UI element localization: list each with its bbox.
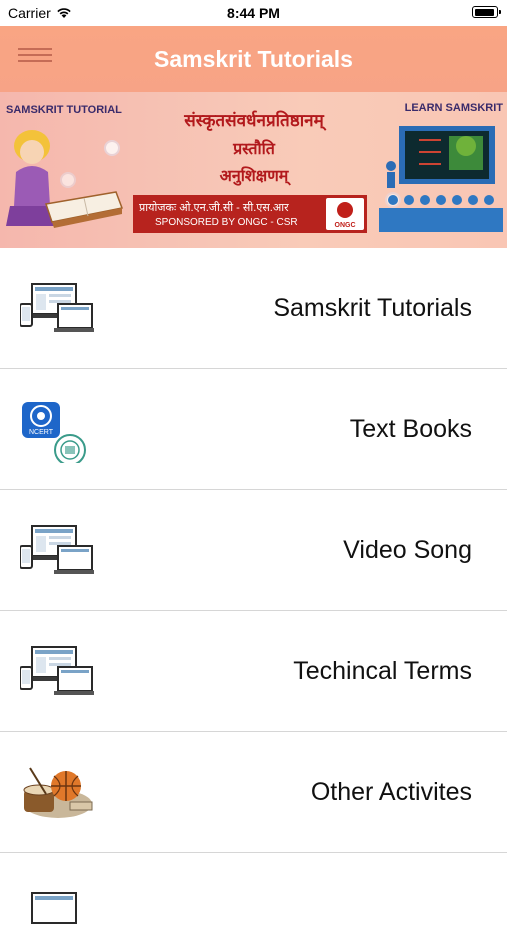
- menu-item-text-books[interactable]: NCERT Text Books: [0, 369, 507, 490]
- menu-item-label: Other Activites: [310, 778, 472, 806]
- banner-heading-line3: अनुशिक्षणम्: [219, 166, 289, 185]
- menu-item-partial[interactable]: [0, 853, 507, 924]
- app-header: Samskrit Tutorials: [0, 26, 507, 92]
- banner-left-label: SAMSKRIT TUTORIAL: [6, 104, 122, 116]
- menu-item-label: Samskrit Tutorials: [273, 294, 472, 322]
- sports-activities-icon: [23, 767, 93, 818]
- menu-item-samskrit-tutorials[interactable]: Samskrit Tutorials: [0, 248, 507, 369]
- devices-icon: [20, 646, 94, 695]
- ongc-logo-text: ONGC: [334, 222, 356, 229]
- menu-item-label: Video Song: [343, 536, 472, 564]
- svg-text:NCERT: NCERT: [29, 429, 54, 436]
- menu-item-label: Techincal Terms: [293, 657, 472, 685]
- ncert-books-icon: NCERT: [22, 402, 86, 463]
- status-time: 8:44 PM: [227, 5, 280, 21]
- menu-list: Samskrit Tutorials NCERT Text Books Vide…: [0, 248, 507, 924]
- banner-heading-line1: संस्कृतसंवर्धनप्रतिष्ठानम्: [184, 111, 324, 131]
- reading-girl-illustration: [6, 130, 124, 228]
- banner-image: SAMSKRIT TUTORIAL संस्कृतसंवर्धनप्रतिष्ठ…: [0, 92, 507, 248]
- status-bar: Carrier 8:44 PM: [0, 0, 507, 26]
- sponsor-english: SPONSORED BY ONGC - CSR: [155, 217, 298, 228]
- sponsor-hindi: प्रायोजकः ओ.एन.जी.सी - सी.एस.आर: [139, 202, 289, 214]
- devices-icon: [20, 525, 94, 574]
- page-title: Samskrit Tutorials: [154, 46, 353, 72]
- sponsor-strip: प्रायोजकः ओ.एन.जी.सी - सी.एस.आर SPONSORE…: [133, 195, 367, 233]
- menu-item-label: Text Books: [349, 415, 472, 443]
- classroom-illustration: [379, 126, 503, 232]
- ongc-logo-icon: ONGC: [326, 198, 364, 230]
- menu-item-technical-terms[interactable]: Techincal Terms: [0, 611, 507, 732]
- menu-item-video-song[interactable]: Video Song: [0, 490, 507, 611]
- devices-icon: [20, 283, 94, 332]
- banner-heading-line2: प्रस्तौति: [233, 139, 275, 158]
- menu-item-other-activities[interactable]: Other Activites: [0, 732, 507, 853]
- devices-icon: [31, 892, 77, 924]
- battery-icon: [472, 6, 501, 18]
- banner-right-label: LEARN SAMSKRIT: [404, 102, 503, 114]
